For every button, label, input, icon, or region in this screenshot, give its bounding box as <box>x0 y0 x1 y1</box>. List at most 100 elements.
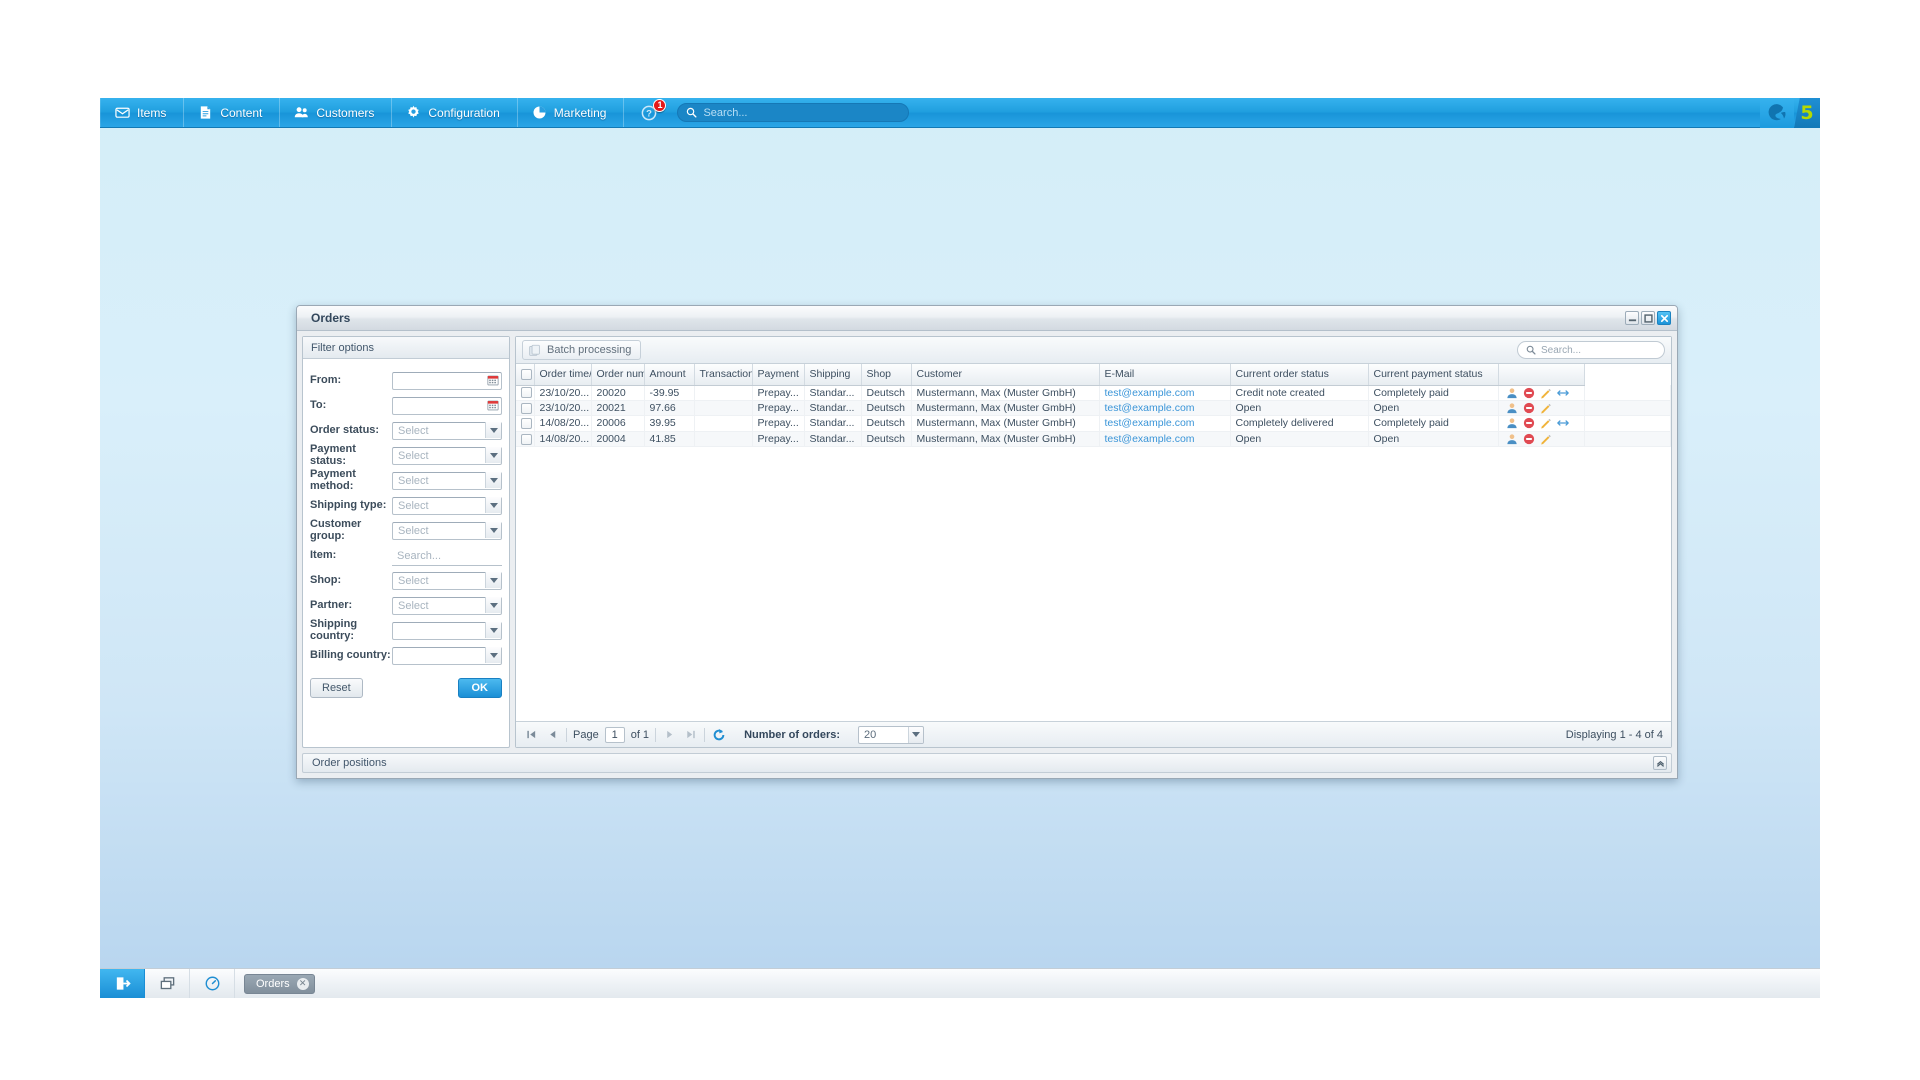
column-header[interactable]: Order numb <box>591 364 645 386</box>
help-button[interactable]: ? 1 <box>634 98 667 128</box>
edit-icon[interactable] <box>1540 387 1552 399</box>
table-row[interactable]: 14/08/20... 20004 41.85 Prepay... Standar...… <box>516 431 1671 448</box>
prev-page-button[interactable] <box>545 727 560 742</box>
dashboard-button[interactable] <box>190 969 235 998</box>
calendar-icon[interactable] <box>485 397 501 413</box>
edit-icon[interactable] <box>1540 417 1552 429</box>
grid-scroll-area[interactable]: Order time/dOrder numbAmountTransactionP… <box>516 364 1671 721</box>
last-page-button[interactable] <box>683 727 698 742</box>
row-actions <box>1504 433 1579 445</box>
number-of-orders-select[interactable]: 20 <box>858 725 925 744</box>
column-header[interactable]: Current payment status <box>1368 364 1499 386</box>
customer-icon[interactable] <box>1506 387 1518 399</box>
row-checkbox[interactable] <box>521 387 532 399</box>
close-button[interactable] <box>1657 311 1671 325</box>
cell-amount: 41.85 <box>644 431 695 448</box>
reset-button[interactable]: Reset <box>310 678 363 698</box>
delete-icon[interactable] <box>1523 402 1535 414</box>
transfer-icon[interactable] <box>1556 387 1569 399</box>
table-row[interactable]: 23/10/20... 20021 97.66 Prepay... Standar...… <box>516 400 1671 417</box>
minimize-button[interactable] <box>1625 311 1639 325</box>
select-all-header[interactable] <box>516 364 535 386</box>
row-checkbox[interactable] <box>521 418 532 430</box>
column-header[interactable]: Shipping <box>804 364 862 386</box>
chevron-down-icon[interactable] <box>485 522 501 538</box>
window-controls <box>1625 311 1671 325</box>
nav-item-configuration[interactable]: Configuration <box>392 98 518 127</box>
calendar-icon[interactable] <box>485 372 501 388</box>
cell-email[interactable]: test@example.com <box>1099 431 1231 448</box>
table-row[interactable]: 23/10/20... 20020 -39.95 Prepay... Standar..… <box>516 385 1671 401</box>
window-titlebar[interactable]: Orders <box>297 306 1677 331</box>
column-header[interactable]: Order time/d <box>534 364 592 386</box>
customer-icon[interactable] <box>1506 433 1518 445</box>
delete-icon[interactable] <box>1523 433 1535 445</box>
taskbar-item-label: Orders <box>256 977 290 990</box>
cell-email[interactable]: test@example.com <box>1099 415 1231 432</box>
column-header[interactable]: Payment <box>752 364 805 386</box>
row-checkbox[interactable] <box>521 433 532 445</box>
collapse-icon[interactable] <box>1653 756 1667 770</box>
page-number-input[interactable] <box>604 726 625 743</box>
global-search-box[interactable]: Search... <box>677 103 910 122</box>
chevron-down-icon[interactable] <box>485 447 501 463</box>
order-positions-panel[interactable]: Order positions <box>302 753 1672 773</box>
column-header[interactable]: E-Mail <box>1099 364 1231 386</box>
column-header[interactable]: Shop <box>861 364 912 386</box>
cell-amount: 39.95 <box>644 415 695 432</box>
transfer-icon[interactable] <box>1556 417 1569 429</box>
column-header[interactable]: Current order status <box>1230 364 1369 386</box>
next-page-button[interactable] <box>662 727 677 742</box>
delete-icon[interactable] <box>1523 387 1535 399</box>
batch-processing-button[interactable]: Batch processing <box>522 340 642 360</box>
logout-button[interactable] <box>100 969 145 998</box>
customer-icon[interactable] <box>1506 402 1518 414</box>
pager-divider <box>655 727 657 742</box>
customer-icon[interactable] <box>1506 417 1518 429</box>
column-header[interactable] <box>1498 364 1585 386</box>
chevron-down-icon[interactable] <box>485 647 501 663</box>
chevron-down-icon[interactable] <box>908 726 924 743</box>
grid-search-box[interactable]: Search... <box>1517 341 1665 359</box>
email-link[interactable]: test@example.com <box>1105 417 1195 429</box>
email-link[interactable]: test@example.com <box>1105 433 1195 445</box>
select-all-checkbox[interactable] <box>521 368 532 380</box>
maximize-button[interactable] <box>1641 311 1655 325</box>
taskbar-item-orders[interactable]: Orders ✕ <box>244 973 315 994</box>
row-checkbox[interactable] <box>521 402 532 414</box>
nav-item-items[interactable]: Items <box>100 98 185 127</box>
ok-button[interactable]: OK <box>457 678 502 698</box>
cell-email[interactable]: test@example.com <box>1099 385 1231 401</box>
filter-row: Billing country: <box>310 643 502 667</box>
column-header[interactable]: Amount <box>644 364 695 386</box>
row-select-cell[interactable] <box>516 415 535 432</box>
table-row[interactable]: 14/08/20... 20006 39.95 Prepay... Standar...… <box>516 415 1671 432</box>
chevron-down-icon[interactable] <box>485 422 501 438</box>
nav-item-content[interactable]: Content <box>184 98 281 127</box>
chevron-down-icon[interactable] <box>485 497 501 513</box>
refresh-button[interactable] <box>711 727 726 742</box>
edit-icon[interactable] <box>1540 433 1552 445</box>
filter-label: Payment method: <box>310 468 356 492</box>
nav-item-customers[interactable]: Customers <box>280 98 393 127</box>
close-icon[interactable]: ✕ <box>296 977 309 990</box>
email-link[interactable]: test@example.com <box>1105 402 1195 414</box>
row-select-cell[interactable] <box>516 431 535 448</box>
email-link[interactable]: test@example.com <box>1105 387 1195 399</box>
column-header[interactable]: Customer <box>911 364 1100 386</box>
column-header[interactable]: Transaction <box>694 364 753 386</box>
row-select-cell[interactable] <box>516 400 535 417</box>
chevron-down-icon[interactable] <box>485 622 501 638</box>
filter-row: Order status: <box>310 418 502 442</box>
cell-email[interactable]: test@example.com <box>1099 400 1231 417</box>
windows-button[interactable] <box>145 969 190 998</box>
filter-input[interactable] <box>392 547 502 566</box>
delete-icon[interactable] <box>1523 417 1535 429</box>
first-page-button[interactable] <box>524 727 539 742</box>
row-select-cell[interactable] <box>516 385 535 401</box>
edit-icon[interactable] <box>1540 402 1552 414</box>
chevron-down-icon[interactable] <box>485 572 501 588</box>
chevron-down-icon[interactable] <box>485 472 501 488</box>
chevron-down-icon[interactable] <box>485 597 501 613</box>
nav-item-marketing[interactable]: Marketing <box>518 98 625 127</box>
